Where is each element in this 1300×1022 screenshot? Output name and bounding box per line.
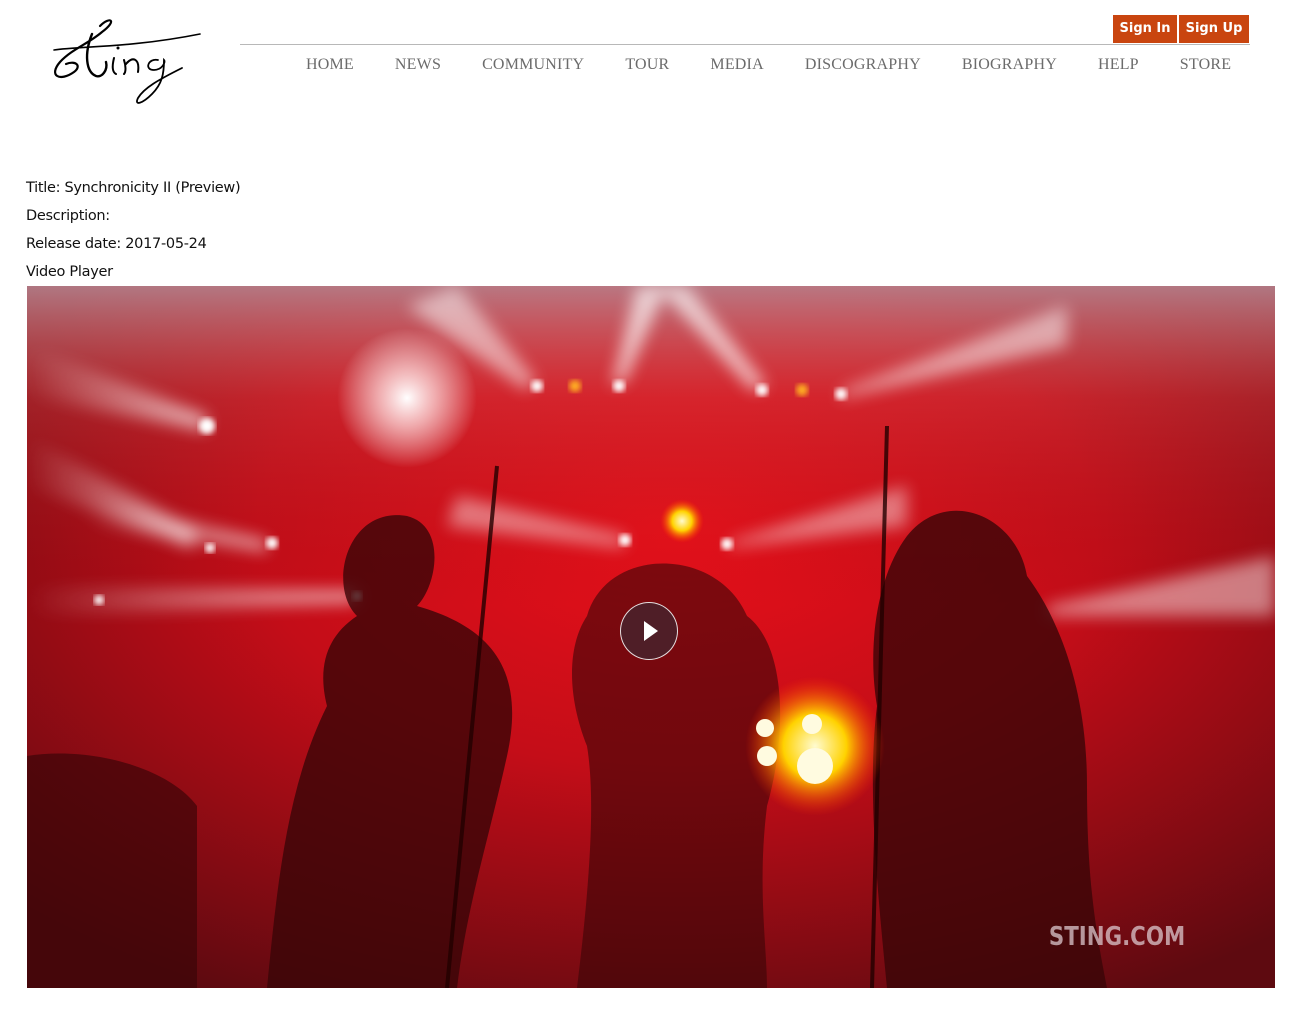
nav-help[interactable]: HELP [1098,56,1139,74]
nav-community[interactable]: COMMUNITY [482,56,584,74]
nav-tour[interactable]: TOUR [625,56,669,74]
signature-logo-icon [53,19,201,104]
video-player[interactable]: STING.COM [27,286,1275,988]
nav-home[interactable]: HOME [306,56,354,74]
nav-store[interactable]: STORE [1180,56,1231,74]
sting-logo[interactable] [40,14,210,109]
nav-divider [240,44,1250,45]
nav-discography[interactable]: DISCOGRAPHY [805,56,921,74]
sign-in-button[interactable]: Sign In [1113,15,1177,43]
main-nav: HOME NEWS COMMUNITY TOUR MEDIA DISCOGRAP… [306,56,1231,74]
nav-biography[interactable]: BIOGRAPHY [962,56,1057,74]
media-details: Title: Synchronicity II (Preview) Descri… [26,178,241,290]
auth-buttons: Sign In Sign Up [1113,15,1249,43]
media-release-date: Release date: 2017-05-24 [26,236,207,252]
nav-media[interactable]: MEDIA [710,56,763,74]
video-watermark: STING.COM [1048,922,1185,952]
play-button[interactable] [620,602,678,660]
media-title: Title: Synchronicity II (Preview) [26,180,241,196]
media-description: Description: [26,208,110,224]
sign-up-button[interactable]: Sign Up [1179,15,1249,43]
nav-news[interactable]: NEWS [395,56,441,74]
